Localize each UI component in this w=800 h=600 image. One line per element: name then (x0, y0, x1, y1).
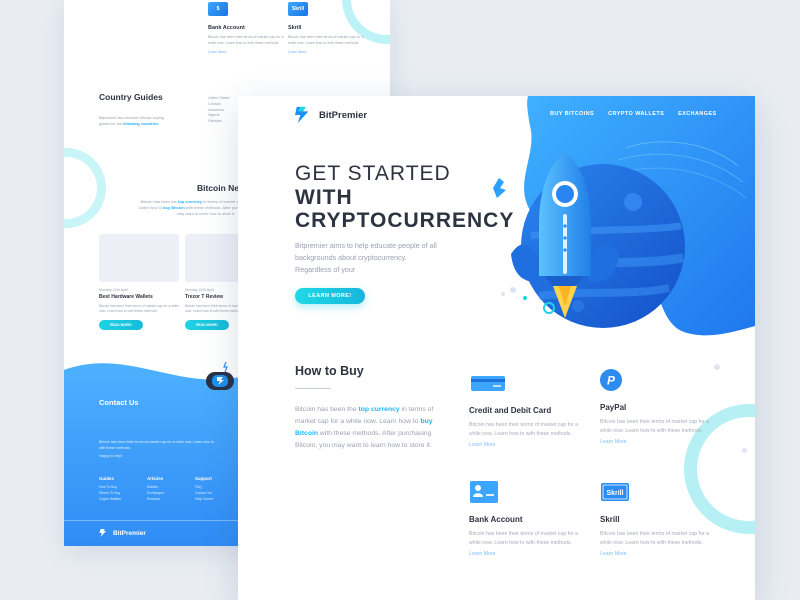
section-divider (295, 388, 331, 389)
back-payment-skrill: Skrill Skrill Bitcoin has been their ter… (288, 2, 368, 54)
learn-more-link[interactable]: Learn More (208, 50, 288, 54)
footer-column: Articles Wallets Exchanges Reviews (147, 476, 164, 503)
bank-account-icon (470, 481, 498, 503)
method-text: Bitcoin has been their terms of market c… (600, 531, 709, 546)
footer-column: Guides How To Buy Where To Buy Crypto Wa… (99, 476, 121, 503)
news-title: Bitcoin Ne (197, 183, 240, 193)
news-card-title: Best Hardware Wallets (99, 294, 153, 300)
robot-mascot-icon (206, 362, 234, 390)
method-skrill: Skrill Skrill Bitcoin has been their ter… (600, 480, 710, 557)
method-text: Bitcoin has been their terms of market c… (469, 531, 578, 546)
learn-more-link[interactable]: Learn More (600, 551, 710, 557)
footer-column: Support FAQ Contact Us Help Center (195, 476, 214, 503)
method-title: PayPal (600, 403, 627, 412)
method-title: Skrill (600, 515, 620, 524)
payment-text: Bitcoin has been their terms of market c… (208, 35, 284, 45)
bank-account-icon: $ (208, 2, 228, 16)
news-card[interactable]: Monday 22th April Best Hardware Wallets … (99, 234, 179, 330)
country-item[interactable]: Pakistan (208, 119, 230, 125)
hero-heading-line3: CRYPTOCURRENCY (295, 209, 515, 232)
svg-text:P: P (607, 374, 616, 388)
method-title: Credit and Debit Card (469, 406, 552, 415)
method-bank-account: Bank Account Bitcoin has been their term… (469, 480, 579, 557)
skrill-icon: Skrill (601, 483, 629, 501)
footer-link[interactable]: Crypto Wallets (99, 497, 121, 503)
decorative-dot (501, 292, 505, 296)
how-to-buy-title: How to Buy (295, 364, 364, 378)
learn-more-button[interactable]: LEARN MORE! (295, 288, 365, 304)
bitpremier-logo[interactable]: BitPremier (295, 106, 367, 124)
footer-link[interactable]: Help Center (195, 497, 213, 503)
paypal-icon: P (600, 369, 622, 391)
country-guides-text: Bitpremier also features Bitcoin buying … (99, 116, 164, 126)
read-more-button[interactable]: READ MORE! (99, 320, 143, 330)
payment-text: Bitcoin has been their terms of market c… (288, 35, 364, 45)
news-card-image (99, 234, 179, 282)
hero-heading-line2: WITH (295, 186, 353, 209)
svg-text:Skrill: Skrill (606, 490, 623, 497)
contact-title: Contact Us (99, 398, 139, 407)
nav-crypto-wallets[interactable]: CRYPTO WALLETS (608, 111, 664, 117)
method-credit-card: Credit and Debit Card Bitcoin has been t… (469, 371, 579, 448)
logo-text: BitPremier (319, 109, 368, 121)
decorative-dot (714, 364, 720, 370)
countries-link[interactable]: following countries: (123, 122, 159, 126)
method-paypal: P PayPal Bitcoin has been their terms of… (600, 368, 710, 445)
nav-exchanges[interactable]: EXCHANGES (678, 111, 716, 117)
news-card-text: Bitcoin has been their terms of market c… (99, 304, 179, 313)
method-text: Bitcoin has been their terms of market c… (600, 419, 709, 434)
footer-link[interactable]: Reviews (147, 497, 164, 503)
rocket-planet-illustration (493, 152, 685, 328)
nav-buy-bitcoins[interactable]: BUY BITCOINS (550, 111, 594, 117)
hero-paragraph: Bitpremier aims to help educate people o… (295, 241, 437, 274)
hero-heading-line1: GET STARTED (295, 162, 451, 185)
credit-card-icon (471, 376, 505, 391)
learn-more-link[interactable]: Learn More (288, 50, 368, 54)
skrill-icon: Skrill (288, 2, 308, 16)
contact-text: Bitcoin has been their terms of market c… (99, 440, 214, 458)
method-text: Bitcoin has been their terms of market c… (469, 422, 578, 437)
learn-more-link[interactable]: Learn More (600, 439, 710, 445)
learn-more-link[interactable]: Learn More (469, 442, 579, 448)
how-to-buy-text: Bitcoin has been the top currency in ter… (295, 406, 434, 449)
read-more-button[interactable]: READ MORE! (185, 320, 229, 330)
bitpremier-logo-icon (295, 106, 309, 124)
payment-title: Skrill (288, 25, 302, 31)
bitpremier-logo-icon (99, 529, 106, 537)
learn-more-link[interactable]: Learn More (469, 551, 579, 557)
back-payment-bank: $ Bank Account Bitcoin has been their te… (208, 2, 288, 54)
method-title: Bank Account (469, 515, 523, 524)
decorative-ring (64, 148, 106, 228)
footer-logo[interactable]: BitPremier (99, 528, 146, 538)
top-currency-link[interactable]: top currency (358, 406, 399, 413)
main-nav: BUY BITCOINS CRYPTO WALLETS EXCHANGES (550, 111, 717, 117)
news-card-date: Monday 22th April (99, 288, 128, 292)
decorative-dot (742, 448, 747, 453)
payment-title: Bank Account (208, 25, 245, 31)
country-list: United States Canada Indonesia Nigeria P… (208, 96, 230, 125)
country-guides-title: Country Guides (99, 92, 163, 102)
front-page: BitPremier BUY BITCOINS CRYPTO WALLETS E… (238, 96, 755, 600)
